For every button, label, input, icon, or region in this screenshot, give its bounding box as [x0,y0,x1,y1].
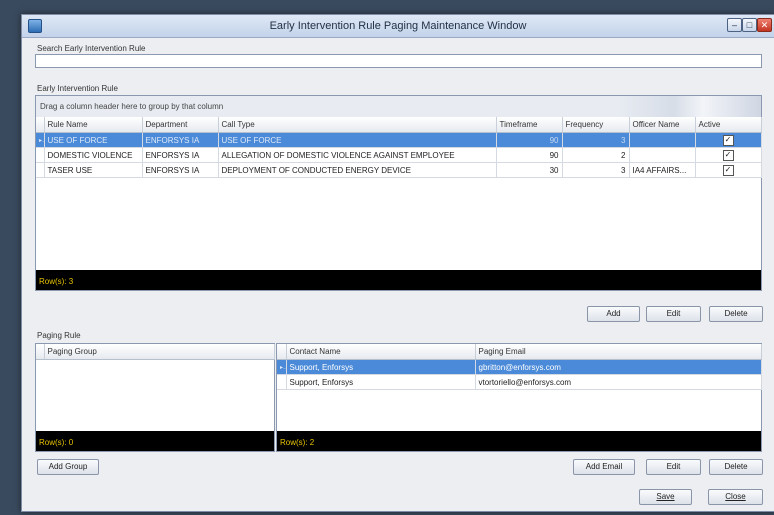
paging-section-label: Paging Rule [37,331,81,340]
add-rule-button[interactable]: Add [587,306,640,322]
cell-rule-name[interactable]: USE OF FORCE [44,132,143,148]
column-header-officer-name[interactable]: Officer Name [629,117,696,133]
paging-group-grid: Paging Group Row(s): 0 [35,343,275,452]
cell-rule-name[interactable]: TASER USE [44,162,143,178]
row-header-corner [277,344,287,360]
table-row[interactable]: Support, Enforsys vtortoriello@enforsys.c… [277,374,762,390]
cell-active: ✓ [695,132,762,148]
cell-timeframe[interactable]: 90 [496,132,563,148]
cell-department[interactable]: ENFORSYS IA [142,162,219,178]
contacts-row-count: Row(s): 2 [280,438,315,447]
cell-rule-name[interactable]: DOMESTIC VIOLENCE [44,147,143,163]
group-by-bar[interactable]: Drag a column header here to group by th… [36,96,761,118]
cell-contact-email[interactable]: vtortoriello@enforsys.com [475,374,762,390]
cell-contact-name[interactable]: Support, Enforsys [286,374,476,390]
cell-officer-name[interactable] [629,132,696,148]
column-header-frequency[interactable]: Frequency [562,117,630,133]
table-row[interactable]: TASER USE ENFORSYS IA DEPLOYMENT OF CONDUC… [36,162,762,178]
row-pointer-icon[interactable]: ▸ [277,359,287,375]
rules-section-label: Early Intervention Rule [37,84,118,93]
column-header-active[interactable]: Active [695,117,762,133]
rules-row-count-bar: Row(s): 3 [36,270,761,290]
row-pointer-icon[interactable]: ▸ [36,132,45,148]
contacts-table: Contact Name Paging Email ▸ Support, Enfo… [277,344,762,390]
paging-group-table: Paging Group [36,344,275,360]
cell-timeframe[interactable]: 30 [496,162,563,178]
cell-officer-name[interactable] [629,147,696,163]
search-label: Search Early Intervention Rule [37,44,146,53]
checkbox-checked-icon[interactable]: ✓ [722,149,734,161]
cell-call-type[interactable]: DEPLOYMENT OF CONDUCTED ENERGY DEVICE [218,162,497,178]
cell-call-type[interactable]: ALLEGATION OF DOMESTIC VIOLENCE AGAINST … [218,147,497,163]
cell-timeframe[interactable]: 90 [496,147,563,163]
close-window-button[interactable]: ✕ [757,18,772,32]
cell-contact-email[interactable]: gbritton@enforsys.com [475,359,762,375]
table-row[interactable]: ▸ USE OF FORCE ENFORSYS IA USE OF FORCE 90 3 ✓ [36,132,762,148]
close-button-label: Close [725,492,746,501]
cell-frequency[interactable]: 2 [562,147,630,163]
rules-row-count: Row(s): 3 [39,277,74,286]
column-header-contact-name[interactable]: Contact Name [286,344,476,360]
column-header-paging-email[interactable]: Paging Email [475,344,762,360]
save-button[interactable]: Save [639,489,692,505]
cell-call-type[interactable]: USE OF FORCE [218,132,497,148]
maximize-button[interactable]: □ [742,18,757,32]
row-header-corner [36,117,45,133]
cell-department[interactable]: ENFORSYS IA [142,147,219,163]
rules-grid: Drag a column header here to group by th… [35,95,762,291]
window-title: Early Intervention Rule Paging Maintenan… [269,20,527,32]
save-button-label: Save [656,492,675,501]
column-header-timeframe[interactable]: Timeframe [496,117,563,133]
table-row[interactable]: DOMESTIC VIOLENCE ENFORSYS IA ALLEGATION O… [36,147,762,163]
row-header-corner [36,344,45,360]
cell-department[interactable]: ENFORSYS IA [142,132,219,148]
cell-active: ✓ [695,162,762,178]
row-selector[interactable] [277,374,287,390]
rules-table: Rule Name Department Call Type Timeframe… [36,117,762,178]
add-email-button[interactable]: Add Email [573,459,635,475]
contacts-row-count-bar: Row(s): 2 [277,431,761,451]
cell-contact-name[interactable]: Support, Enforsys [286,359,476,375]
edit-email-button[interactable]: Edit [646,459,701,475]
main-window: Early Intervention Rule Paging Maintenan… [21,14,774,512]
search-input[interactable] [35,54,762,68]
column-header-rule-name[interactable]: Rule Name [44,117,143,133]
delete-email-button[interactable]: Delete [709,459,763,475]
edit-rule-button[interactable]: Edit [646,306,701,322]
cell-officer-name[interactable]: IA4 AFFAIRS... [629,162,696,178]
contacts-grid: Contact Name Paging Email ▸ Support, Enfo… [276,343,762,452]
delete-rule-button[interactable]: Delete [709,306,763,322]
column-header-call-type[interactable]: Call Type [218,117,497,133]
paging-group-row-count: Row(s): 0 [39,438,74,447]
column-header-department[interactable]: Department [142,117,219,133]
title-bar[interactable]: Early Intervention Rule Paging Maintenan… [22,15,774,38]
cell-active: ✓ [695,147,762,163]
close-button[interactable]: Close [708,489,763,505]
table-row[interactable]: ▸ Support, Enforsys gbritton@enforsys.com [277,359,762,375]
paging-group-row-count-bar: Row(s): 0 [36,431,274,451]
cell-frequency[interactable]: 3 [562,162,630,178]
minimize-button[interactable]: – [727,18,742,32]
row-selector[interactable] [36,162,45,178]
row-selector[interactable] [36,147,45,163]
cell-frequency[interactable]: 3 [562,132,630,148]
group-by-hint: Drag a column header here to group by th… [40,102,224,111]
column-header-paging-group[interactable]: Paging Group [44,344,275,360]
checkbox-checked-icon[interactable]: ✓ [722,164,734,176]
add-group-button[interactable]: Add Group [37,459,99,475]
checkbox-checked-icon[interactable]: ✓ [722,134,734,146]
